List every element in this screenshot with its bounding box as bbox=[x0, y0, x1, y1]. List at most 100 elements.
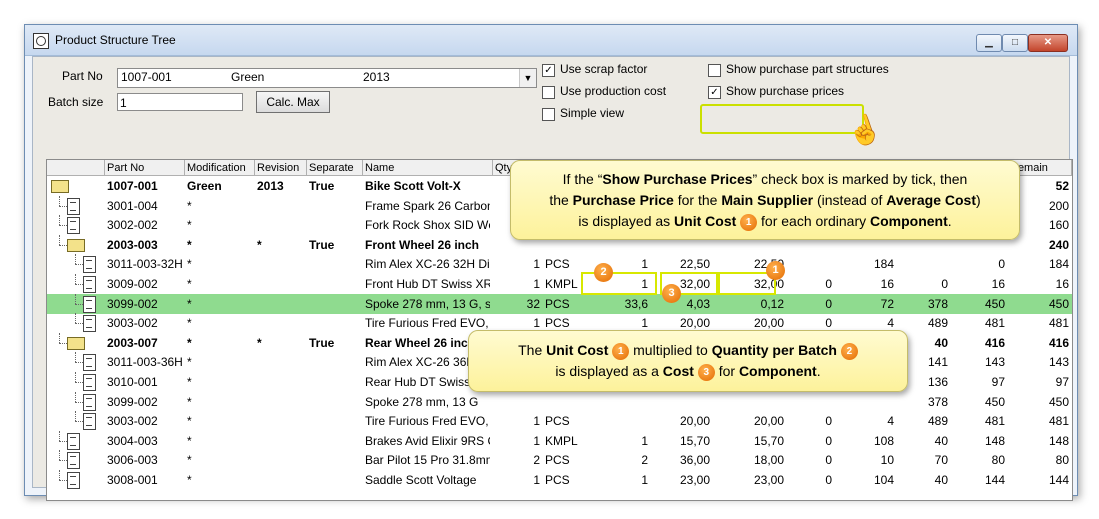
cell-rev bbox=[257, 294, 304, 314]
document-icon[interactable] bbox=[83, 315, 96, 333]
document-icon[interactable] bbox=[83, 295, 96, 313]
cell-prod: 378 bbox=[927, 394, 948, 409]
cell-cost: 36,00 bbox=[679, 453, 710, 468]
document-icon[interactable] bbox=[83, 256, 96, 274]
folder-icon[interactable] bbox=[67, 336, 85, 350]
document-icon[interactable] bbox=[67, 432, 80, 450]
cell-mod: * bbox=[187, 257, 192, 272]
cell-part: 3008-001 bbox=[107, 473, 158, 487]
cell-rev bbox=[257, 372, 304, 392]
cell-needed bbox=[789, 254, 832, 274]
badge-1-icon: 1 bbox=[612, 342, 630, 360]
close-button[interactable]: ✕ bbox=[1028, 34, 1068, 52]
cell-qtyunit: 1 bbox=[533, 257, 540, 272]
folder-icon[interactable] bbox=[51, 180, 69, 193]
cell-qtyunit: 32 bbox=[526, 296, 540, 311]
cell-part: 3003-002 bbox=[107, 414, 158, 429]
show-purchase-prices-highlight bbox=[700, 104, 864, 134]
show-purchase-prices-checkbox[interactable]: ✓ bbox=[708, 86, 721, 99]
cell-unit: PCS bbox=[545, 414, 570, 429]
table-row[interactable]: 3099-002 * Spoke 278 mm, 13 G 378 450 450 bbox=[47, 391, 1072, 412]
cell-cost: 15,70 bbox=[679, 433, 710, 448]
cell-needed: 0 bbox=[825, 414, 832, 429]
maximize-button[interactable]: □ bbox=[1002, 34, 1028, 52]
cell-remain: 97 bbox=[1055, 375, 1069, 389]
document-icon[interactable] bbox=[83, 374, 96, 391]
cell-rev bbox=[257, 254, 304, 274]
cell-mod: * bbox=[187, 198, 192, 213]
document-icon[interactable] bbox=[67, 472, 80, 489]
cell-qtybatch: 1 bbox=[641, 433, 648, 448]
table-row[interactable]: 3006-003 * Bar Pilot 15 Pro 31.8mm 2 PCS 2 36,… bbox=[47, 450, 1072, 470]
cell-part: 3004-003 bbox=[107, 433, 158, 448]
cell-qtybatch: 1 bbox=[641, 473, 648, 487]
column-header[interactable]: Separate bbox=[307, 160, 363, 176]
badge-1-icon: 1 bbox=[766, 261, 785, 280]
show-purchase-part-structures-checkbox[interactable] bbox=[708, 64, 721, 77]
cell-unit: KMPL bbox=[545, 277, 578, 291]
column-header[interactable]: Modification bbox=[185, 160, 255, 176]
document-icon[interactable] bbox=[83, 393, 96, 411]
cell-remain: 481 bbox=[1048, 414, 1069, 429]
use-production-cost-checkbox[interactable] bbox=[542, 86, 555, 99]
minimize-button[interactable]: ▁ bbox=[976, 34, 1002, 52]
folder-icon[interactable] bbox=[67, 238, 85, 252]
cell-free: 450 bbox=[984, 296, 1005, 311]
callout-cost-calculation: The Unit Cost 1 multiplied to Quantity p… bbox=[468, 330, 908, 392]
cell-part: 2003-003 bbox=[107, 237, 158, 252]
table-row[interactable]: 3003-002 * Tire Furious Fred EVO, 2 1 PCS 20,… bbox=[47, 411, 1072, 431]
cell-rev bbox=[257, 196, 304, 216]
simple-view-checkbox[interactable] bbox=[542, 108, 555, 121]
use-scrap-factor-checkbox[interactable]: ✓ bbox=[542, 64, 555, 77]
cell-rev bbox=[257, 352, 304, 372]
cell-part: 3099-002 bbox=[107, 394, 158, 409]
calc-max-button[interactable]: Calc. Max bbox=[256, 91, 330, 113]
cell-rev: * bbox=[257, 237, 262, 252]
cell-part: 3001-004 bbox=[107, 198, 158, 213]
cell-needed bbox=[789, 392, 832, 412]
cell-free: 97 bbox=[991, 375, 1005, 389]
cell-cost: 20,00 bbox=[679, 414, 710, 429]
cell-prod: 0 bbox=[941, 277, 948, 291]
tree-connector bbox=[75, 391, 76, 402]
table-row[interactable]: 3099-002 * Spoke 278 mm, 13 G, sta 32 PCS 33,… bbox=[47, 293, 1072, 314]
cell-part: 3099-002 bbox=[107, 296, 158, 311]
qty-batch-highlight bbox=[581, 272, 657, 295]
show-purchase-part-structures-label: Show purchase part structures bbox=[726, 62, 889, 76]
title-bar: Product Structure Tree ▁ □ ✕ bbox=[25, 25, 1077, 56]
cell-prod: 40 bbox=[934, 433, 948, 448]
dropdown-arrow-icon[interactable]: ▼ bbox=[519, 69, 536, 87]
table-row[interactable]: 3009-002 * Front Hub DT Swiss XR 1 KMPL 1 32,0… bbox=[47, 274, 1072, 294]
cell-sep: True bbox=[309, 237, 335, 252]
cell-part: 3011-003-32H bbox=[107, 257, 182, 272]
tree-connector bbox=[75, 362, 83, 364]
table-row[interactable]: 3004-003 * Brakes Avid Elixir 9RS C 1 KMPL 1 1… bbox=[47, 430, 1072, 451]
document-icon[interactable] bbox=[83, 354, 96, 372]
tree-connector bbox=[75, 284, 83, 285]
cell-inv: 4 bbox=[887, 414, 894, 429]
tree-connector bbox=[59, 342, 67, 344]
table-row[interactable]: 3008-001 * Saddle Scott Voltage 1 PCS 1 23,00 2… bbox=[47, 470, 1072, 490]
cell-sep bbox=[309, 274, 360, 294]
tree-connector bbox=[75, 274, 76, 284]
header-tree[interactable] bbox=[47, 160, 105, 176]
column-header[interactable]: Name bbox=[363, 160, 493, 176]
cell-part: 3002-002 bbox=[107, 218, 158, 233]
tree-connector bbox=[59, 460, 67, 462]
document-icon[interactable] bbox=[83, 276, 96, 293]
batch-size-input[interactable]: 1 bbox=[117, 93, 243, 111]
cell-mod: * bbox=[187, 433, 192, 448]
document-icon[interactable] bbox=[67, 197, 80, 215]
table-row[interactable]: 3011-003-32H * Rim Alex XC-26 32H Disc 1 PCS… bbox=[47, 254, 1072, 274]
cell-prod: 378 bbox=[927, 296, 948, 311]
document-icon[interactable] bbox=[67, 217, 80, 235]
document-icon[interactable] bbox=[83, 413, 96, 431]
column-header[interactable]: Part No bbox=[105, 160, 185, 176]
cell-free: 16 bbox=[991, 277, 1005, 291]
cell-free: 144 bbox=[984, 473, 1005, 487]
cell-free: 416 bbox=[984, 335, 1005, 350]
part-no-combobox[interactable]: 1007-001 Green 2013 ▼ bbox=[117, 68, 537, 88]
document-icon[interactable] bbox=[67, 452, 80, 470]
column-header[interactable]: Revision bbox=[255, 160, 307, 176]
cell-qtybatch: 33,6 bbox=[624, 296, 648, 311]
